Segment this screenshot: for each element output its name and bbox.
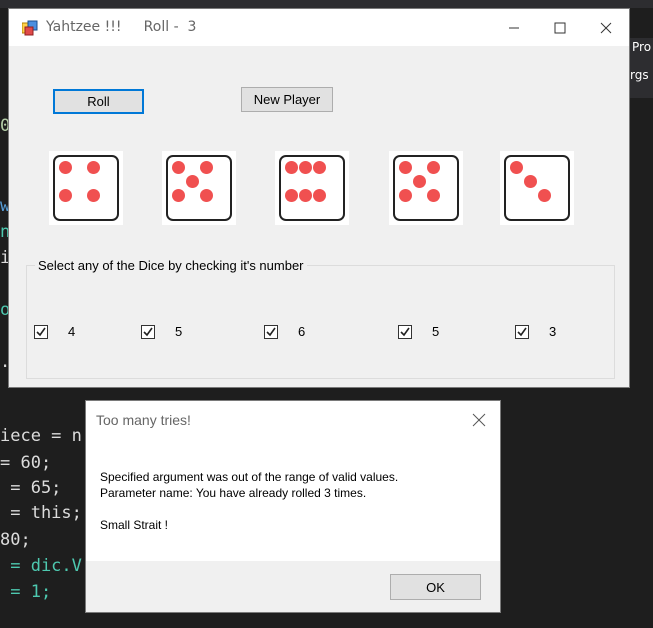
dialog-footer: OK — [86, 561, 500, 612]
checkmark-icon — [143, 327, 153, 337]
die-pip — [412, 174, 426, 188]
dialog-message: Specified argument was out of the range … — [100, 469, 398, 533]
die-pip — [398, 188, 412, 202]
code-line: = 60; — [0, 453, 52, 473]
die-pip — [426, 188, 440, 202]
title-bar[interactable]: Yahtzee !!! Roll - 3 — [9, 9, 629, 46]
dialog-message-line: Specified argument was out of the range … — [100, 470, 399, 484]
die-pip — [86, 188, 100, 202]
dialog-message-line: Small Strait ! — [100, 518, 169, 532]
yahtzee-window: Yahtzee !!! Roll - 3 Roll New Player Sel… — [8, 8, 630, 388]
die-pip — [171, 160, 185, 174]
checkmark-icon — [517, 327, 527, 337]
minimize-button[interactable] — [491, 9, 537, 46]
dice-selection-group: Select any of the Dice by checking it's … — [26, 258, 615, 379]
close-icon — [600, 22, 612, 33]
dice-checkbox[interactable] — [141, 325, 155, 339]
die-image — [49, 151, 123, 225]
die-pip — [86, 160, 100, 174]
ide-side-strip: Pro rgs — [630, 38, 653, 98]
dice-checkbox-label: 5 — [432, 324, 440, 339]
roll-button[interactable]: Roll — [53, 89, 144, 114]
die-image — [389, 151, 463, 225]
dice-checkbox[interactable] — [515, 325, 529, 339]
die-pip — [426, 160, 440, 174]
die-pip — [509, 160, 523, 174]
group-title: Select any of the Dice by checking it's … — [35, 258, 307, 273]
die-pip — [298, 188, 312, 202]
die-face — [53, 155, 119, 221]
die-face — [279, 155, 345, 221]
ok-button[interactable]: OK — [390, 574, 481, 600]
die-face — [166, 155, 232, 221]
die-pip — [284, 160, 298, 174]
ide-tab-strip — [0, 0, 653, 8]
minimize-icon — [509, 27, 519, 28]
die-pip — [58, 160, 72, 174]
close-button[interactable] — [583, 9, 629, 46]
die-pip — [199, 188, 213, 202]
maximize-icon — [554, 22, 566, 33]
die-image — [275, 151, 349, 225]
die-pip — [199, 160, 213, 174]
app-icon — [22, 20, 38, 36]
die-pip — [58, 188, 72, 202]
die-pip — [312, 160, 326, 174]
dialog-title: Too many tries! — [96, 412, 191, 428]
dice-checkbox[interactable] — [34, 325, 48, 339]
die-image — [162, 151, 236, 225]
die-face — [393, 155, 459, 221]
die-pip — [171, 188, 185, 202]
code-line: iece = n — [0, 426, 82, 446]
dice-checkbox-label: 3 — [549, 324, 557, 339]
ide-side-label: Pro — [632, 40, 652, 54]
checkmark-icon — [36, 327, 46, 337]
die-pip — [284, 188, 298, 202]
die-pip — [298, 160, 312, 174]
code-line: = 1; — [0, 582, 52, 602]
dice-checkbox-label: 6 — [298, 324, 306, 339]
ide-side-label: rgs — [630, 68, 649, 82]
maximize-button[interactable] — [537, 9, 583, 46]
die-pip — [523, 174, 537, 188]
die-image — [500, 151, 574, 225]
code-line: = dic.V — [0, 556, 82, 576]
die-face — [504, 155, 570, 221]
code-line: 80; — [0, 530, 31, 550]
dice-checkbox-label: 4 — [68, 324, 76, 339]
checkmark-icon — [400, 327, 410, 337]
close-icon — [472, 413, 486, 427]
die-pip — [398, 160, 412, 174]
code-line: = 65; — [0, 478, 62, 498]
die-pip — [537, 188, 551, 202]
dialog-message-line: Parameter name: You have already rolled … — [100, 486, 367, 500]
new-player-button[interactable]: New Player — [241, 87, 333, 112]
die-pip — [312, 188, 326, 202]
error-dialog: Too many tries! Specified argument was o… — [85, 400, 501, 613]
dialog-close-button[interactable] — [464, 405, 494, 435]
dice-checkbox-label: 5 — [175, 324, 183, 339]
code-line: = this; — [0, 503, 82, 523]
dice-checkbox[interactable] — [264, 325, 278, 339]
die-pip — [185, 174, 199, 188]
window-title: Yahtzee !!! Roll - 3 — [46, 19, 197, 35]
dice-checkbox[interactable] — [398, 325, 412, 339]
checkmark-icon — [266, 327, 276, 337]
